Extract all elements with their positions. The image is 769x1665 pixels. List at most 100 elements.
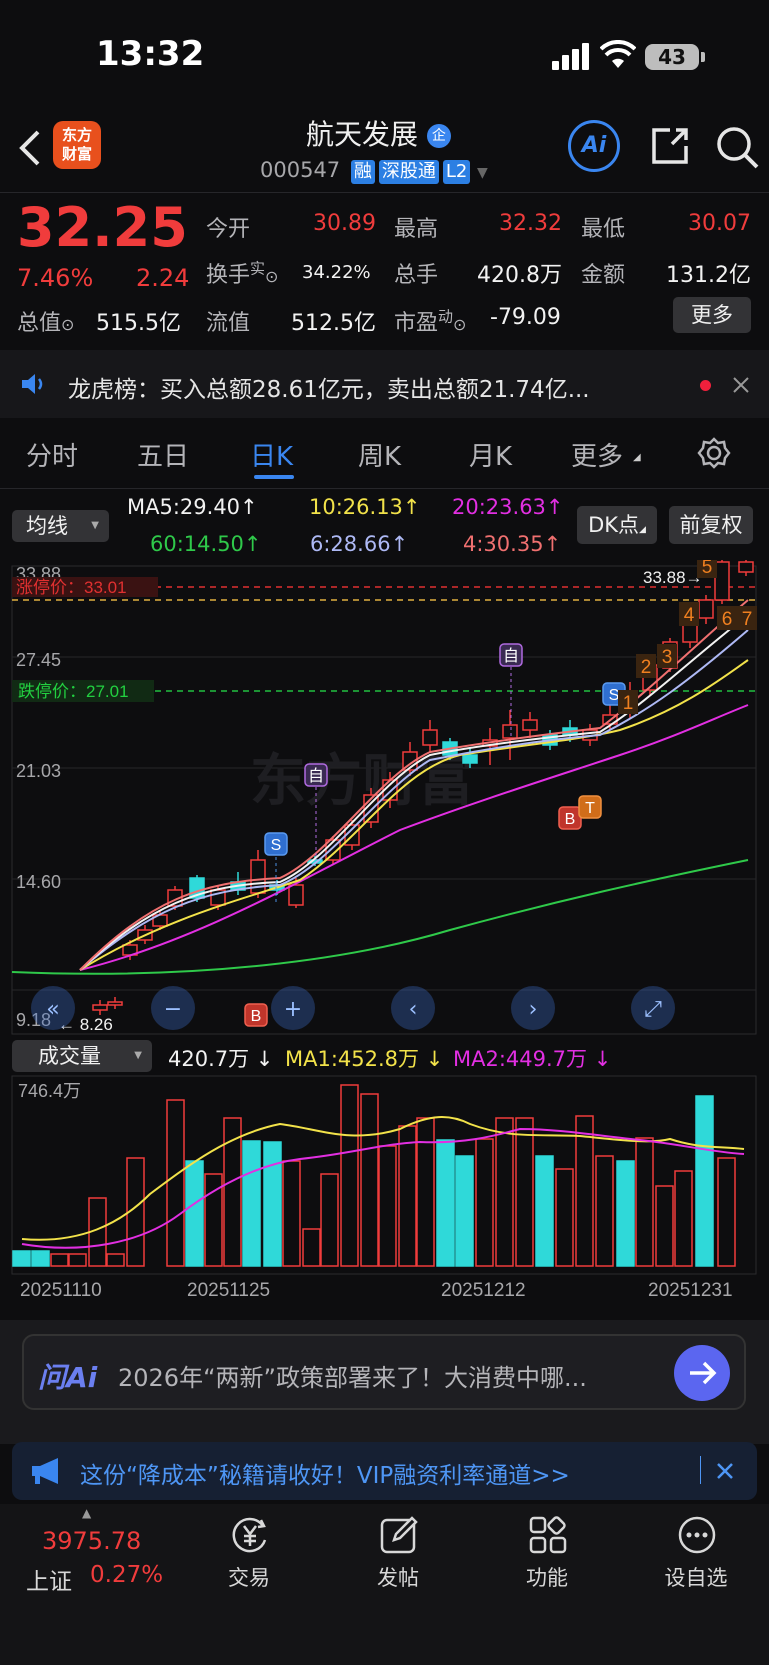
pe-sup: 动 (438, 307, 454, 326)
dk-point-button[interactable]: DK点◢ (577, 506, 657, 544)
amount-value: 131.2亿 (666, 263, 751, 288)
tab-more[interactable]: 更多 (571, 436, 623, 473)
search-icon[interactable] (714, 124, 760, 170)
share-icon[interactable] (648, 124, 692, 168)
volume-select[interactable]: 成交量 ▼ (12, 1040, 152, 1072)
date-axis-label: 20251212 (441, 1280, 526, 1301)
date-axis-label: 20251110 (20, 1280, 102, 1301)
volume-bar (242, 1140, 261, 1267)
open-value: 30.89 (313, 211, 376, 236)
tab-weekly-k[interactable]: 周K (358, 436, 401, 473)
amount-label: 金额 (581, 263, 626, 288)
marker-t-text: T (585, 800, 595, 817)
seq-number: 1 (623, 693, 634, 714)
index-pct[interactable]: 0.27% (90, 1562, 163, 1588)
more-dots-icon[interactable] (676, 1514, 718, 1556)
marker-s-text: S (609, 687, 620, 704)
promo-divider (700, 1456, 701, 1484)
settings-gear-icon[interactable] (697, 436, 731, 470)
stock-name: 航天发展 (306, 118, 419, 151)
index-name[interactable]: 上证 (26, 1562, 72, 1596)
tab-intraday[interactable]: 分时 (26, 436, 78, 473)
expand-up-icon[interactable]: ▲ (82, 1506, 91, 1520)
last-price: 32.25 (17, 196, 188, 259)
volume-bar (263, 1141, 282, 1267)
ma6-value: 6:28.66↑ (310, 532, 409, 556)
info-icon[interactable]: ⊙ (453, 315, 466, 334)
ai-ask-logo: 问Ai (38, 1361, 98, 1394)
battery-icon: 43 (645, 44, 699, 70)
candle-body (92, 1004, 108, 1011)
tab-daily-k[interactable]: 日K (250, 436, 293, 473)
candle-body (107, 1001, 123, 1006)
volume-bar (360, 1093, 379, 1267)
seq-number: 5 (702, 560, 713, 578)
chevron-down-icon: ▼ (91, 520, 99, 531)
info-icon[interactable]: ⊙ (265, 267, 278, 286)
back-arrow-icon[interactable] (16, 128, 44, 168)
tab-five-day[interactable]: 五日 (137, 436, 189, 473)
post-edit-icon[interactable] (378, 1514, 420, 1556)
promo-text[interactable]: 这份“降成本”秘籍请收好！VIP融资利率通道>> (80, 1456, 570, 1490)
status-time: 13:32 (96, 34, 205, 74)
adjust-button[interactable]: 前复权 (669, 506, 753, 544)
volume-bar (68, 1253, 87, 1267)
ai-ask-text[interactable]: 2026年“两新”政策部署来了！大消费中哪... (118, 1358, 587, 1393)
volume-bar (340, 1084, 359, 1267)
kline-chart[interactable]: 33.8827.4521.0314.609.18东方财富涨停价：33.01跌停价… (0, 560, 769, 1040)
high-marker: 33.88→ (643, 568, 703, 587)
volume-bar (595, 1155, 614, 1267)
volume-bar (655, 1185, 674, 1267)
turnover-label: 换手实⊙ (206, 257, 278, 289)
seq-number: 3 (662, 647, 673, 668)
volume-bar (475, 1138, 494, 1267)
volume-ma1-text: MA1:452.8万 (285, 1047, 420, 1071)
nav-add-watchlist[interactable]: 设自选 (651, 1562, 741, 1592)
close-icon[interactable] (733, 377, 749, 393)
seq-number: 4 (684, 605, 695, 626)
volume-chart[interactable]: 746.4万 20251110 20251125 20251212 20251231 (0, 1074, 769, 1304)
logo-text-2: 财富 (61, 145, 92, 163)
chevron-down-icon: ▼ (134, 1050, 142, 1061)
candle-body (462, 754, 478, 764)
ma5-text: MA5:29.40 (127, 495, 241, 519)
nav-trade[interactable]: 交易 (204, 1562, 294, 1592)
nav-post[interactable]: 发帖 (353, 1562, 443, 1592)
volume-value: 420.8万 (477, 263, 562, 288)
mktcap-label-text: 总值 (17, 311, 62, 336)
arrow-right-icon (690, 1361, 717, 1385)
high-value: 32.32 (499, 211, 562, 236)
dropdown-caret-icon[interactable]: ▼ (477, 165, 488, 181)
stock-code: 000547 (260, 158, 341, 182)
more-button[interactable]: 更多 (673, 297, 751, 333)
index-value[interactable]: 3975.78 (42, 1527, 141, 1555)
ai-send-button[interactable] (674, 1345, 730, 1401)
pe-value: -79.09 (490, 305, 561, 330)
ai-button[interactable]: Ai (568, 120, 620, 172)
chart-control-icon: − (164, 997, 182, 1022)
turnover-sup: 实 (250, 259, 266, 278)
y-axis-label: 27.45 (16, 650, 61, 670)
function-grid-icon[interactable] (527, 1514, 569, 1556)
volume-bar (50, 1253, 69, 1267)
tab-monthly-k[interactable]: 月K (469, 436, 512, 473)
candle-body (738, 561, 754, 573)
dk-caret-icon: ◢ (639, 525, 646, 535)
close-icon[interactable] (716, 1462, 734, 1480)
news-ticker-text[interactable]: 龙虎榜：买入总额28.61亿元，卖出总额21.74亿... (68, 370, 590, 404)
info-icon[interactable]: ⊙ (61, 315, 74, 334)
nav-function[interactable]: 功能 (502, 1562, 592, 1592)
chart-control-icon: ⤢ (644, 997, 662, 1022)
stock-name-group[interactable]: 航天发展 企 (306, 113, 451, 153)
ma5-value: MA5:29.40↑ (127, 495, 258, 519)
turnover-label-text: 换手 (206, 263, 251, 288)
ma-select[interactable]: 均线 ▼ (12, 510, 109, 542)
y-axis-label: 14.60 (16, 872, 61, 892)
app-logo: 东方 财富 (53, 121, 101, 169)
ma10-value: 10:26.13↑ (309, 495, 421, 519)
ma4-value: 4:30.35↑ (463, 532, 562, 556)
candle-body (522, 719, 538, 731)
tag-l2: L2 (442, 160, 471, 184)
float-label: 流值 (206, 311, 251, 336)
trade-yen-icon[interactable] (229, 1514, 271, 1556)
